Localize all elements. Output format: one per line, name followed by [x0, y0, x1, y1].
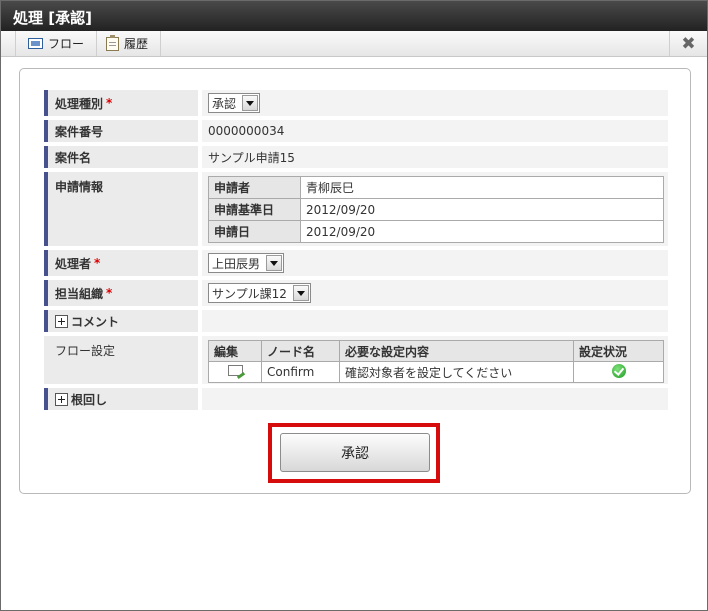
required-mark: *	[106, 96, 113, 110]
table-row: 申請日 2012/09/20	[208, 220, 664, 243]
chevron-down-icon	[292, 285, 309, 301]
history-button[interactable]: 履歴	[94, 31, 162, 56]
row-organization: 担当組織 * サンプル課12	[44, 280, 668, 306]
clipboard-icon	[106, 34, 119, 51]
node-name-cell: Confirm	[261, 361, 340, 383]
row-case-name: 案件名 サンプル申請15	[44, 146, 668, 168]
row-case-number: 案件番号 0000000034	[44, 120, 668, 142]
flow-label: フロー	[48, 37, 85, 51]
row-flow-settings: フロー設定 編集 ノード名 必要な設定内容 設定状況 Confirm 確認対象者…	[44, 336, 668, 384]
chevron-down-icon	[266, 255, 283, 271]
history-label: 履歴	[124, 37, 149, 51]
window-title: 処理 [承認]	[1, 1, 707, 31]
table-row: 申請基準日 2012/09/20	[208, 198, 664, 221]
table-row: 申請者 青柳辰巳	[208, 176, 664, 199]
comment-toggle[interactable]: コメント	[44, 310, 198, 332]
requirement-cell: 確認対象者を設定してください	[339, 361, 574, 383]
col-edit: 編集	[208, 340, 262, 362]
row-nemawashi: 根回し	[44, 388, 668, 410]
flow-icon	[28, 38, 43, 49]
table-header-row: 編集 ノード名 必要な設定内容 設定状況	[208, 340, 664, 362]
apply-date-key: 申請日	[208, 220, 301, 243]
table-row: Confirm 確認対象者を設定してください	[208, 361, 664, 383]
apply-date-value: 2012/09/20	[300, 220, 664, 243]
toolbar: フロー 履歴 ✖	[1, 31, 707, 57]
processor-select[interactable]: 上田辰男	[208, 253, 285, 273]
process-type-label: 処理種別 *	[44, 90, 198, 116]
flow-settings-table: 編集 ノード名 必要な設定内容 設定状況 Confirm 確認対象者を設定してく…	[208, 340, 664, 383]
col-requirement: 必要な設定内容	[339, 340, 574, 362]
organization-select[interactable]: サンプル課12	[208, 283, 311, 303]
application-info-label: 申請情報	[44, 172, 198, 246]
organization-label: 担当組織 *	[44, 280, 198, 306]
process-type-select[interactable]: 承認	[208, 93, 261, 113]
flow-button[interactable]: フロー	[15, 31, 98, 56]
applicant-key: 申請者	[208, 176, 301, 199]
plus-icon	[55, 392, 68, 406]
edit-icon[interactable]	[228, 365, 243, 376]
applicant-value: 青柳辰巳	[300, 176, 664, 199]
row-processor: 処理者 * 上田辰男	[44, 250, 668, 276]
dialog-window: 処理 [承認] フロー 履歴 ✖ 処理種別 * 承認 案件番号 00000000…	[0, 0, 708, 611]
col-status: 設定状況	[573, 340, 664, 362]
nemawashi-label: 根回し	[71, 392, 108, 407]
application-info-table: 申請者 青柳辰巳 申請基準日 2012/09/20 申請日 2012/09/20	[208, 176, 664, 243]
flow-settings-label: フロー設定	[44, 336, 198, 384]
base-date-value: 2012/09/20	[300, 198, 664, 221]
required-mark: *	[106, 286, 113, 300]
case-name-label: 案件名	[44, 146, 198, 168]
base-date-key: 申請基準日	[208, 198, 301, 221]
case-number-value: 0000000034	[202, 120, 668, 142]
nemawashi-toggle[interactable]: 根回し	[44, 388, 198, 410]
processor-label: 処理者 *	[44, 250, 198, 276]
case-name-value: サンプル申請15	[202, 146, 668, 168]
form-panel: 処理種別 * 承認 案件番号 0000000034 案件名 サンプル申請15 申請…	[19, 68, 691, 494]
organization-value: サンプル課12	[212, 286, 287, 301]
required-mark: *	[94, 256, 101, 270]
check-circle-icon	[611, 363, 626, 378]
chevron-down-icon	[242, 95, 259, 111]
close-icon[interactable]: ✖	[669, 31, 707, 56]
process-type-value: 承認	[212, 96, 237, 111]
comment-label: コメント	[71, 314, 120, 329]
row-comment: コメント	[44, 310, 668, 332]
row-process-type: 処理種別 * 承認	[44, 90, 668, 116]
plus-icon	[55, 314, 68, 328]
col-node-name: ノード名	[261, 340, 340, 362]
processor-value: 上田辰男	[212, 256, 261, 271]
row-application-info: 申請情報 申請者 青柳辰巳 申請基準日 2012/09/20 申請日 2012/…	[44, 172, 668, 246]
approve-button[interactable]: 承認	[280, 433, 430, 472]
case-number-label: 案件番号	[44, 120, 198, 142]
